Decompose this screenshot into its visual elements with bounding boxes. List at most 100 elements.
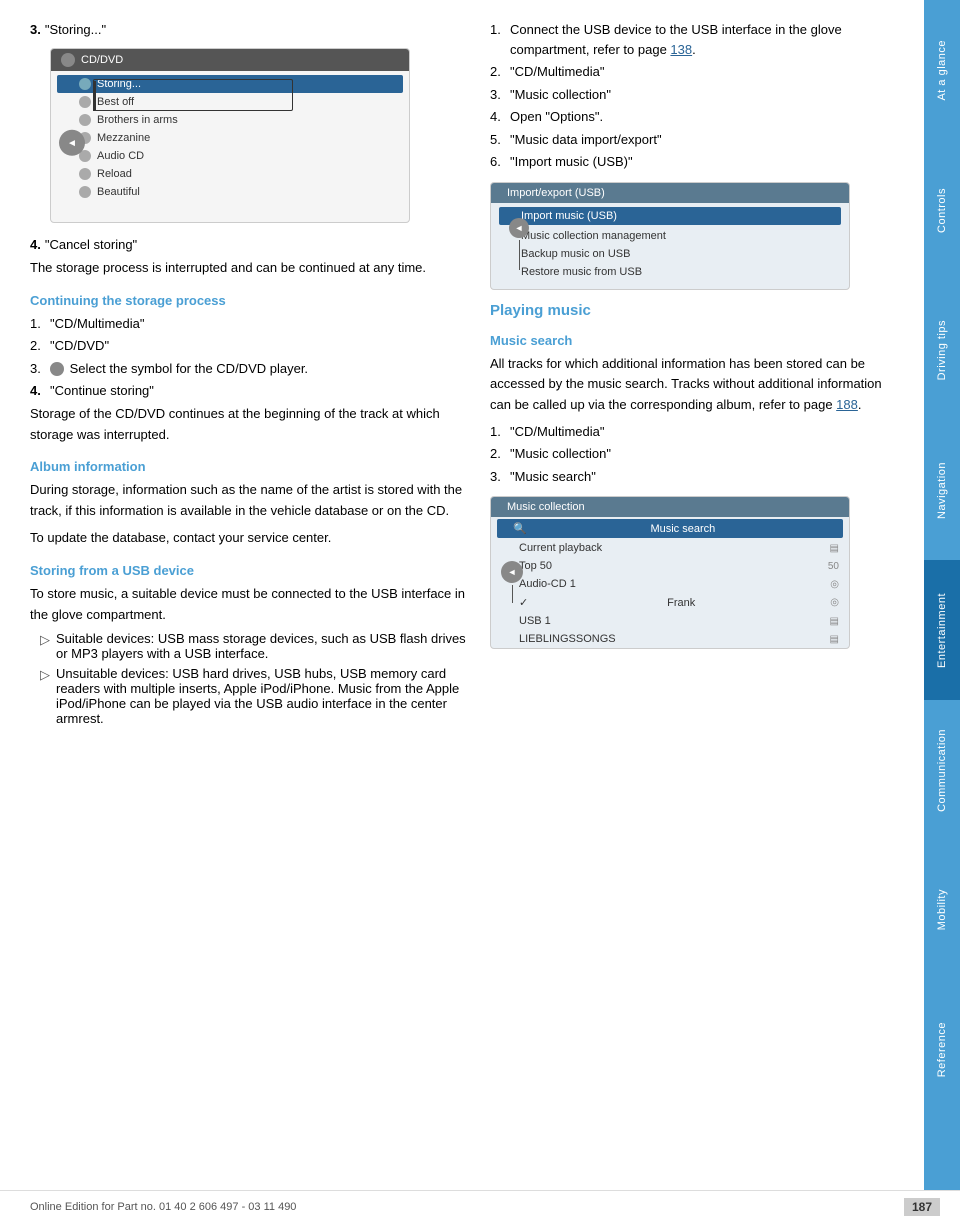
usb-bullet-1: Suitable devices: USB mass storage devic…: [56, 631, 470, 661]
r-step-6-num: 6.: [490, 152, 510, 172]
menu-item-reload: Reload: [51, 165, 409, 183]
sidebar-item-communication[interactable]: Communication: [924, 700, 960, 840]
sidebar-item-at-a-glance-label: At a glance: [936, 40, 948, 101]
step-3-number: 3.: [30, 22, 41, 37]
import-export-image: Import/export (USB) ◄ Import music (USB)…: [490, 182, 850, 290]
album-text2: To update the database, contact your ser…: [30, 528, 470, 549]
r-step-4-text: Open "Options".: [510, 107, 894, 127]
cd-dvd-title-bar: CD/DVD: [51, 49, 409, 71]
brothers-label: Brothers in arms: [97, 114, 178, 126]
cd-dvd-device-image: CD/DVD ◄ Storing... Best off: [50, 48, 410, 223]
left-column: 3. "Storing..." CD/DVD ◄ Storing...: [30, 20, 470, 1182]
sidebar: At a glance Controls Driving tips Naviga…: [924, 0, 960, 1222]
import-callout-line: [519, 240, 520, 270]
r-step-5: 5. "Music data import/export": [490, 130, 894, 150]
r-step-6-text: "Import music (USB)": [510, 152, 894, 172]
music-nav-btn-wrapper: ◄: [501, 561, 523, 603]
import-nav-btn: ◄: [509, 218, 529, 238]
sidebar-item-mobility[interactable]: Mobility: [924, 840, 960, 980]
sidebar-item-controls[interactable]: Controls: [924, 140, 960, 280]
step-4-line: 4."Cancel storing": [30, 235, 470, 255]
sidebar-item-at-a-glance[interactable]: At a glance: [924, 0, 960, 140]
step-4-label: "Cancel storing": [45, 237, 137, 252]
sidebar-item-driving-tips[interactable]: Driving tips: [924, 280, 960, 420]
sidebar-item-driving-tips-label: Driving tips: [936, 320, 948, 380]
r-step-6: 6. "Import music (USB)": [490, 152, 894, 172]
music-menu-current-label: Current playback: [519, 542, 602, 554]
music-menu-lieblings-right: ▤: [830, 634, 839, 645]
continuing-steps-list: 1. "CD/Multimedia" 2. "CD/DVD" 3. Select…: [30, 314, 470, 401]
cd-dvd-menu: Storing... Best off Brothers in arms Mez…: [51, 71, 409, 205]
r-step-3-text: "Music collection": [510, 85, 894, 105]
arrow-icon-1: ▷: [40, 632, 50, 661]
music-steps-list: 1. "CD/Multimedia" 2. "Music collection"…: [490, 422, 894, 487]
music-collection-image: Music collection ◄ 🔍 Music search Curren…: [490, 496, 850, 649]
m-step-2-text: "Music collection": [510, 444, 894, 464]
music-search-icon-small: 🔍: [513, 522, 527, 535]
c-step-2-num: 2.: [30, 336, 50, 356]
album-text1: During storage, information such as the …: [30, 480, 470, 522]
music-nav-btn: ◄: [501, 561, 523, 583]
import-menu-wrapper: ◄ Import music (USB) Music collection ma…: [491, 207, 849, 281]
c-step-3-text: Select the symbol for the CD/DVD player.: [50, 359, 470, 379]
playing-music-heading: Playing music: [490, 302, 894, 319]
sidebar-item-communication-label: Communication: [936, 729, 948, 812]
cd-dvd-title-text: CD/DVD: [81, 54, 123, 66]
audiocd-label: Audio CD: [97, 150, 144, 162]
r-step-4-num: 4.: [490, 107, 510, 127]
c-step-4-text: "Continue storing": [50, 381, 470, 401]
m-step-1-num: 1.: [490, 422, 510, 442]
music-menu-frank-right: ◎: [830, 597, 839, 608]
menu-item-storing: Storing...: [57, 75, 403, 93]
r-step-1-text: Connect the USB device to the USB interf…: [510, 20, 894, 59]
m-step-2: 2. "Music collection": [490, 444, 894, 464]
continuing-step-4: 4. "Continue storing": [30, 381, 470, 401]
page-ref-138[interactable]: 138: [670, 42, 692, 57]
sidebar-item-reference[interactable]: Reference: [924, 980, 960, 1120]
music-search-heading: Music search: [490, 333, 894, 348]
top-steps-list: 1. Connect the USB device to the USB int…: [490, 20, 894, 172]
r-step-1-num: 1.: [490, 20, 510, 59]
callout-line-v: [93, 81, 96, 111]
usb-intro: To store music, a suitable device must b…: [30, 584, 470, 626]
menu-item-audiocd: Audio CD: [51, 147, 409, 165]
r-step-5-num: 5.: [490, 130, 510, 150]
music-coll-title-bar: Music collection: [491, 497, 849, 517]
continuing-heading: Continuing the storage process: [30, 293, 470, 308]
import-menu-item-3: Restore music from USB: [491, 263, 849, 281]
usb-bullet-2-wrapper: ▷ Unsuitable devices: USB hard drives, U…: [40, 666, 470, 726]
c-step-1-num: 1.: [30, 314, 50, 334]
continuing-step-2: 2. "CD/DVD": [30, 336, 470, 356]
sidebar-item-entertainment[interactable]: Entertainment: [924, 560, 960, 700]
usb-bullet-2: Unsuitable devices: USB hard drives, USB…: [56, 666, 470, 726]
import-callout: ◄: [509, 218, 529, 270]
music-coll-title-text: Music collection: [507, 501, 585, 513]
r-step-3: 3. "Music collection": [490, 85, 894, 105]
r-step-5-text: "Music data import/export": [510, 130, 894, 150]
music-menu-wrapper: ◄ 🔍 Music search Current playback ▤: [491, 519, 849, 648]
sidebar-item-mobility-label: Mobility: [936, 889, 948, 930]
r-step-2-text: "CD/Multimedia": [510, 62, 894, 82]
right-column: 1. Connect the USB device to the USB int…: [490, 20, 894, 1182]
bestoff-icon: [79, 96, 91, 108]
r-step-1: 1. Connect the USB device to the USB int…: [490, 20, 894, 59]
music-menu-lieblings: LIEBLINGSSONGS ▤: [491, 630, 849, 648]
music-menu-usb1-right: ▤: [830, 616, 839, 627]
c-step-3-num: 3.: [30, 359, 50, 379]
music-menu-top50-right: 50: [828, 561, 839, 572]
step-3-label: "Storing...": [45, 22, 106, 37]
m-step-3-text: "Music search": [510, 467, 894, 487]
footer-text: Online Edition for Part no. 01 40 2 606 …: [30, 1201, 296, 1213]
music-menu-top50-label: Top 50: [519, 560, 552, 572]
music-menu-lieblings-label: LIEBLINGSSONGS: [519, 633, 616, 645]
bestoff-label: Best off: [97, 96, 134, 108]
device-nav-btn: ◄: [59, 130, 85, 156]
menu-item-brothers: Brothers in arms: [51, 111, 409, 129]
menu-item-beautiful: Beautiful: [51, 183, 409, 201]
m-step-2-num: 2.: [490, 444, 510, 464]
page-ref-188[interactable]: 188: [836, 397, 858, 412]
sidebar-item-navigation[interactable]: Navigation: [924, 420, 960, 560]
r-step-4: 4. Open "Options".: [490, 107, 894, 127]
music-menu-frank-label: Frank: [667, 597, 695, 609]
menu-item-bestoff: Best off: [51, 93, 409, 111]
